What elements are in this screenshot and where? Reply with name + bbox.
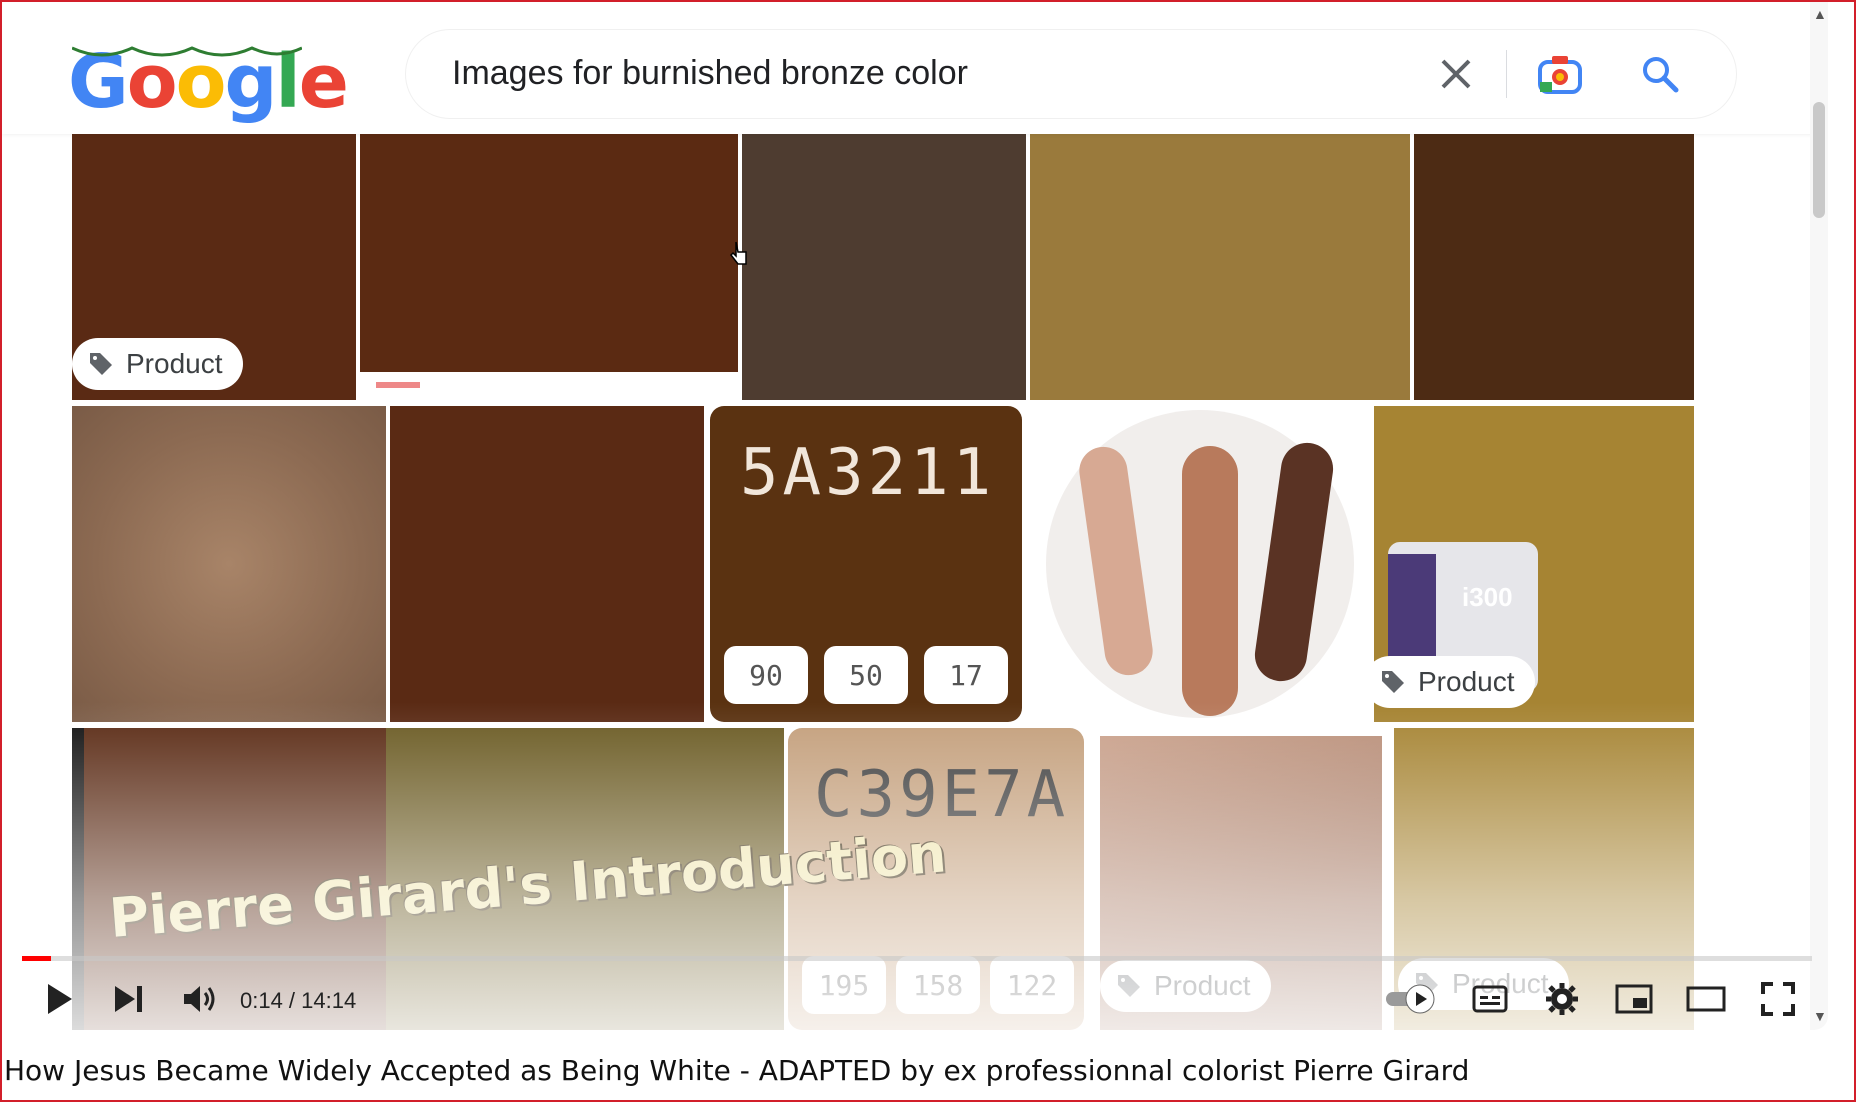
image-result[interactable] bbox=[72, 406, 386, 722]
page-scrollbar[interactable]: ▲ ▼ bbox=[1810, 2, 1828, 1030]
theater-mode-icon[interactable] bbox=[1684, 976, 1728, 1022]
time-display: 0:14 / 14:14 bbox=[240, 988, 357, 1013]
search-input[interactable]: Images for burnished bronze color bbox=[452, 54, 968, 93]
rgb-value-b: 17 bbox=[924, 646, 1008, 704]
image-result-paint-can[interactable]: i300 Product bbox=[1374, 406, 1694, 722]
camera-search-icon[interactable] bbox=[1534, 48, 1586, 100]
autoplay-toggle[interactable] bbox=[1384, 976, 1440, 1022]
settings-gear-icon[interactable] bbox=[1540, 976, 1584, 1022]
search-icon[interactable] bbox=[1634, 48, 1686, 100]
next-icon[interactable] bbox=[108, 976, 150, 1022]
volume-icon[interactable] bbox=[178, 976, 222, 1022]
fullscreen-icon[interactable] bbox=[1756, 976, 1800, 1022]
video-title[interactable]: How Jesus Became Widely Accepted as Bein… bbox=[4, 1054, 1469, 1087]
image-result-skin-tones[interactable] bbox=[1032, 406, 1368, 722]
image-result-swatch-5a3211[interactable]: 5A3211 90 50 17 bbox=[710, 406, 1022, 722]
arm-medium bbox=[1182, 446, 1238, 716]
clear-icon[interactable] bbox=[1430, 48, 1482, 100]
image-result[interactable] bbox=[390, 406, 704, 722]
image-result[interactable]: Product bbox=[72, 134, 356, 400]
site-label bbox=[376, 382, 420, 388]
product-tag[interactable]: Product bbox=[72, 338, 243, 390]
search-box[interactable]: Images for burnished bronze color bbox=[406, 30, 1736, 118]
hand-cursor-icon bbox=[730, 241, 747, 265]
play-icon[interactable] bbox=[38, 976, 80, 1022]
holiday-lights-decoration bbox=[72, 46, 302, 57]
hex-code-label: 5A3211 bbox=[740, 436, 996, 510]
progress-bar-played bbox=[22, 956, 51, 961]
image-result[interactable] bbox=[1030, 134, 1410, 400]
rgb-value-r: 90 bbox=[724, 646, 808, 704]
product-tag[interactable]: Product bbox=[1374, 656, 1535, 708]
image-result[interactable] bbox=[360, 134, 738, 372]
product-tag-label: Product bbox=[126, 348, 223, 379]
logo-letter-e: e bbox=[298, 39, 349, 125]
video-player[interactable]: Google Images for burnished bronze color bbox=[2, 2, 1828, 1030]
scroll-down-icon[interactable]: ▼ bbox=[1813, 1008, 1827, 1024]
image-result[interactable] bbox=[742, 134, 1026, 400]
rgb-value-g: 50 bbox=[824, 646, 908, 704]
product-tag-label: Product bbox=[1418, 666, 1515, 697]
google-search-header: Google Images for burnished bronze color bbox=[2, 2, 1828, 134]
miniplayer-icon[interactable] bbox=[1612, 976, 1656, 1022]
image-result[interactable] bbox=[1414, 134, 1694, 400]
progress-bar[interactable] bbox=[22, 956, 1812, 961]
scroll-up-icon[interactable]: ▲ bbox=[1813, 6, 1827, 22]
tag-icon bbox=[90, 353, 112, 375]
scrollbar-thumb[interactable] bbox=[1813, 102, 1825, 218]
tag-icon bbox=[1382, 671, 1404, 693]
paint-brand-label: i300 bbox=[1462, 582, 1513, 612]
player-controls: 0:14 / 14:14 bbox=[2, 942, 1812, 1030]
image-result-caption-strip bbox=[360, 372, 738, 400]
search-divider bbox=[1506, 50, 1507, 98]
subtitles-icon[interactable] bbox=[1468, 976, 1512, 1022]
